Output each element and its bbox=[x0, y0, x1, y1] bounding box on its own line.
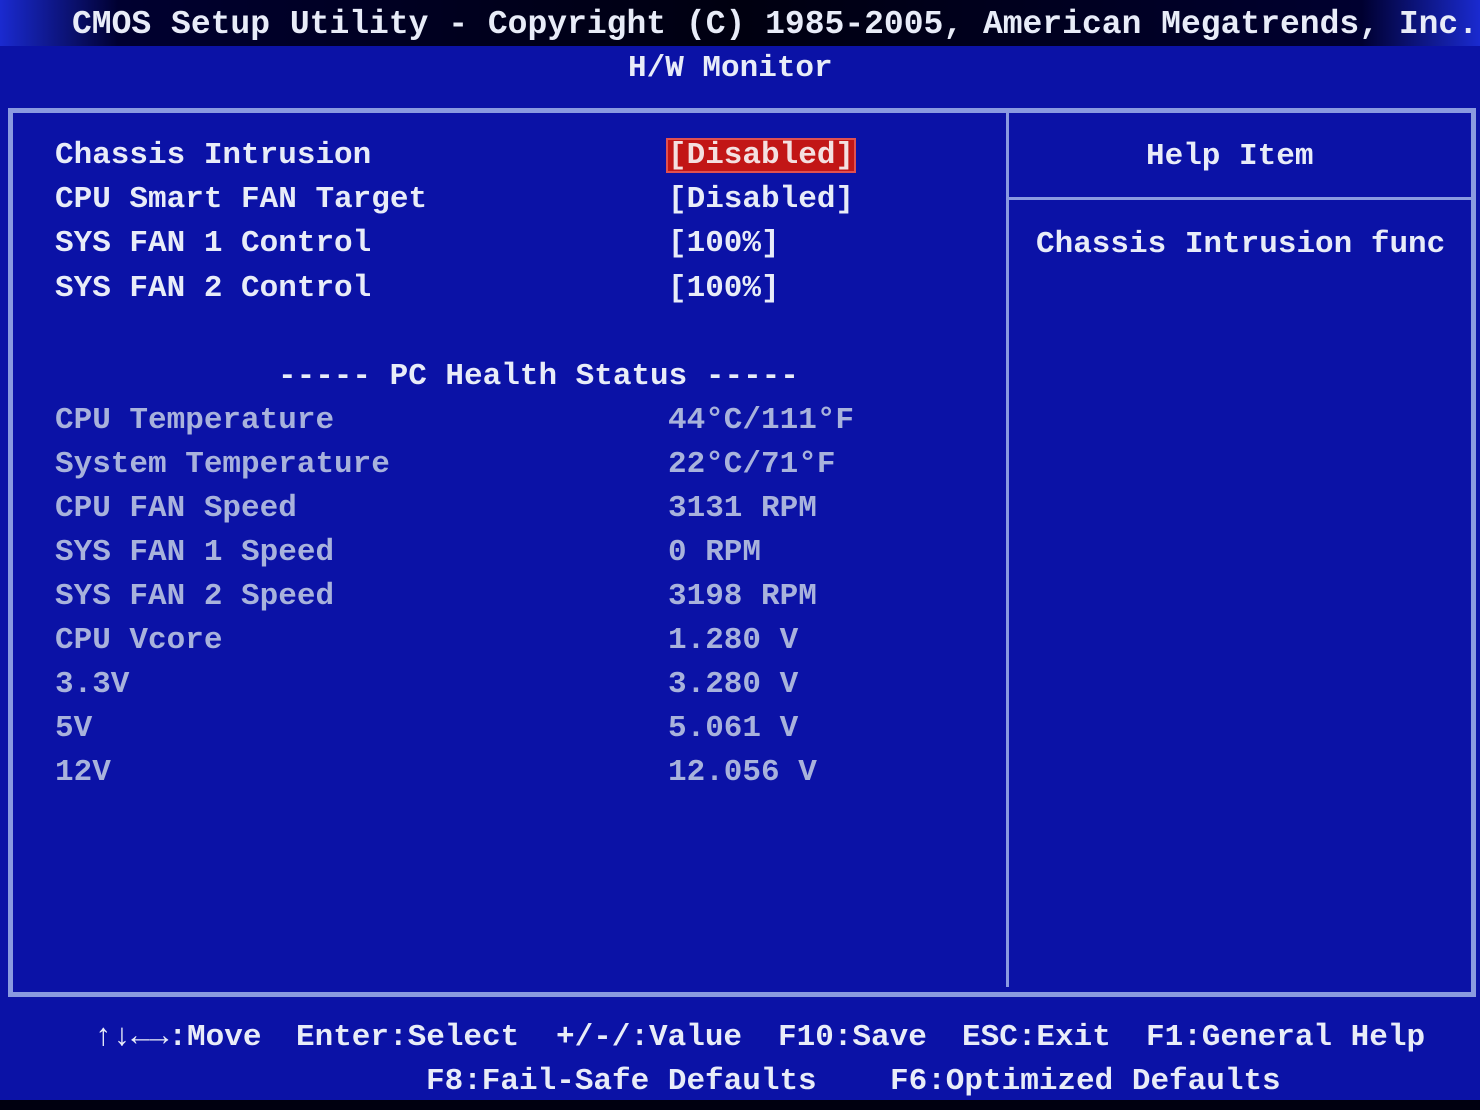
bottom-edge bbox=[0, 1100, 1480, 1110]
key-help: F1:General Help bbox=[1146, 1020, 1426, 1055]
key-optimized: F6:Optimized Defaults bbox=[890, 1064, 1281, 1099]
health-value: 5.061 V bbox=[668, 711, 799, 746]
key-exit: ESC:Exit bbox=[962, 1020, 1111, 1055]
health-label: 3.3V bbox=[55, 667, 130, 702]
health-value: 0 RPM bbox=[668, 535, 762, 570]
setting-label-sys-fan1[interactable]: SYS FAN 1 Control bbox=[55, 228, 371, 259]
key-select: Enter:Select bbox=[296, 1020, 520, 1055]
health-value: 44°C/111°F bbox=[668, 403, 855, 438]
health-value: 22°C/71°F bbox=[668, 447, 836, 482]
health-label: SYS FAN 2 Speed bbox=[55, 579, 335, 614]
help-divider bbox=[1009, 197, 1471, 200]
health-value: 3198 RPM bbox=[668, 579, 817, 614]
setting-value-sys-fan1[interactable]: [100%] bbox=[668, 228, 780, 259]
setting-label-sys-fan2[interactable]: SYS FAN 2 Control bbox=[55, 273, 371, 304]
health-label: 5V bbox=[55, 711, 93, 746]
key-move: ↑↓←→:Move bbox=[94, 1020, 262, 1055]
health-value: 3.280 V bbox=[668, 667, 799, 702]
health-label: 12V bbox=[55, 755, 111, 790]
health-label: SYS FAN 1 Speed bbox=[55, 535, 335, 570]
help-text: Chassis Intrusion func bbox=[1036, 227, 1446, 262]
key-failsafe: F8:Fail-Safe Defaults bbox=[426, 1064, 817, 1099]
health-value: 3131 RPM bbox=[668, 491, 817, 526]
setting-value-sys-fan2[interactable]: [100%] bbox=[668, 273, 780, 304]
health-label: CPU FAN Speed bbox=[55, 491, 297, 526]
setting-value-chassis-intrusion[interactable]: [Disabled] bbox=[665, 138, 857, 173]
key-save: F10:Save bbox=[778, 1020, 927, 1055]
key-value: +/-/:Value bbox=[556, 1020, 743, 1055]
help-title: Help Item bbox=[1146, 139, 1314, 174]
setting-label-cpu-smart-fan[interactable]: CPU Smart FAN Target bbox=[55, 184, 427, 215]
health-label: CPU Vcore bbox=[55, 623, 223, 658]
setting-label-chassis-intrusion[interactable]: Chassis Intrusion bbox=[55, 140, 371, 171]
health-value: 12.056 V bbox=[668, 755, 817, 790]
health-heading: ----- PC Health Status ----- bbox=[278, 359, 799, 394]
health-label: System Temperature bbox=[55, 447, 390, 482]
page-title: H/W Monitor bbox=[628, 51, 833, 86]
panel-divider bbox=[1006, 113, 1009, 987]
health-label: CPU Temperature bbox=[55, 403, 335, 438]
app-title: CMOS Setup Utility - Copyright (C) 1985-… bbox=[72, 6, 1479, 43]
setting-value-cpu-smart-fan[interactable]: [Disabled] bbox=[668, 184, 854, 215]
health-value: 1.280 V bbox=[668, 623, 799, 658]
